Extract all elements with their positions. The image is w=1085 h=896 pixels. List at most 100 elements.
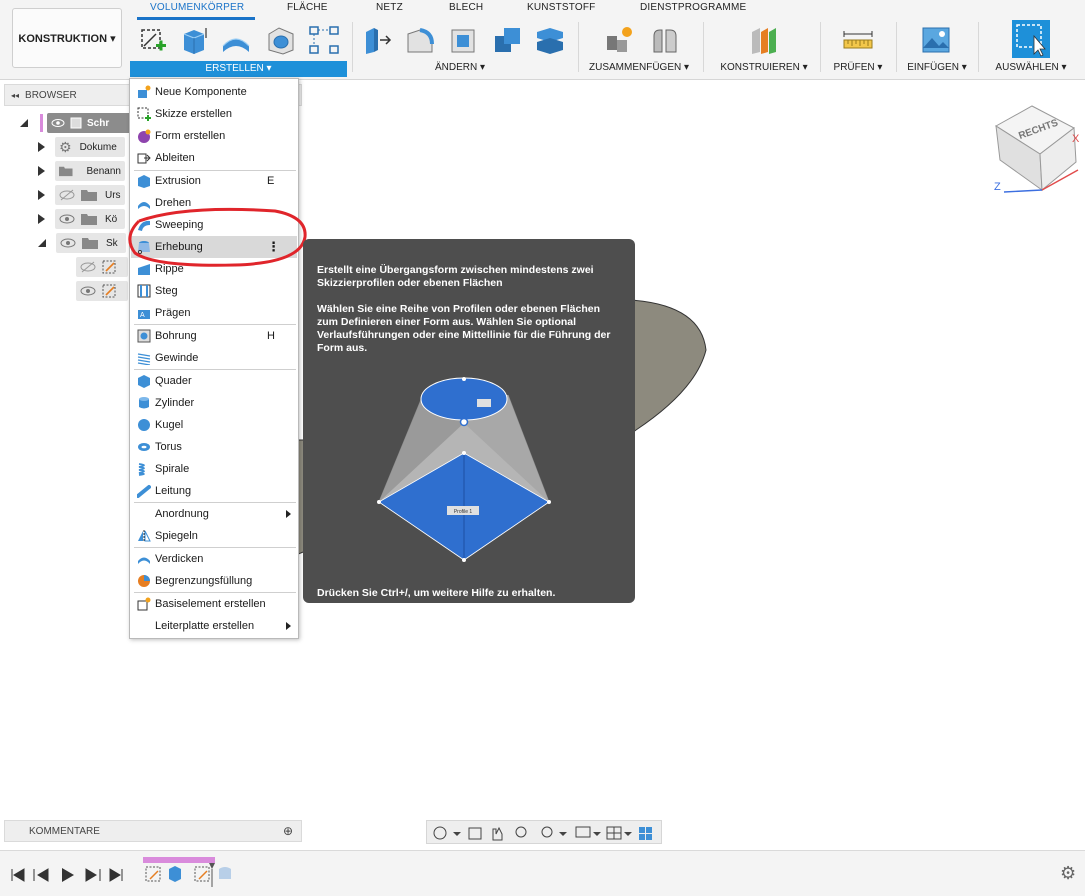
tree-item-document-settings[interactable]: ⚙ Dokume: [38, 137, 125, 157]
timeline-features[interactable]: [143, 863, 238, 887]
navigation-tools[interactable]: [431, 824, 659, 842]
extrude-icon[interactable]: [178, 24, 210, 56]
menu-item-pipe[interactable]: Leitung: [131, 480, 297, 502]
collapsed-triangle-icon[interactable]: [38, 142, 45, 152]
toolbar-separator: [578, 22, 579, 72]
go-to-end-icon: [109, 868, 123, 882]
tree-item-sketch-1[interactable]: [76, 257, 128, 277]
active-tab-indicator: [137, 17, 255, 20]
display-settings-icon: [575, 826, 591, 838]
new-component-icon[interactable]: [603, 24, 635, 56]
measure-icon[interactable]: [842, 24, 874, 56]
insert-group-label[interactable]: EINFÜGEN ▾: [902, 62, 972, 76]
menu-item-boundary-fill[interactable]: Begrenzungsfüllung: [131, 570, 297, 592]
expanded-triangle-icon[interactable]: [20, 119, 28, 127]
extrude-icon: [138, 175, 150, 188]
new-sketch-icon[interactable]: [138, 24, 170, 56]
expanded-triangle-icon[interactable]: [38, 239, 46, 247]
view-cube[interactable]: RECHTS X Z: [988, 100, 1084, 196]
menu-item-new-component[interactable]: Neue Komponente: [131, 81, 297, 103]
menu-item-create-form[interactable]: Form erstellen: [131, 125, 297, 147]
menu-item-cylinder[interactable]: Zylinder: [131, 392, 297, 414]
press-pull-icon[interactable]: [362, 24, 394, 56]
combine-icon[interactable]: [492, 24, 524, 56]
select-group-label[interactable]: AUSWÄHLEN ▾: [986, 62, 1076, 76]
menu-item-sphere[interactable]: Kugel: [131, 414, 297, 436]
collapse-browser-icon[interactable]: ◂◂: [11, 91, 19, 100]
timeline-controls[interactable]: [8, 865, 128, 885]
menu-item-torus[interactable]: Torus: [131, 436, 297, 458]
comments-panel-header[interactable]: KOMMENTARE ⊕: [4, 820, 302, 842]
timeline-marker-icon: [209, 863, 215, 869]
hole-icon[interactable]: [265, 24, 297, 56]
menu-item-pattern[interactable]: Anordnung: [131, 503, 297, 525]
menu-item-base-feature[interactable]: Basiselement erstellen: [131, 593, 297, 615]
tree-item-sketches[interactable]: Sk: [38, 233, 126, 253]
timeline-extrude-icon: [169, 866, 181, 882]
collapsed-triangle-icon[interactable]: [38, 214, 45, 224]
menu-item-thread[interactable]: Gewinde: [131, 347, 297, 369]
tab-netz[interactable]: NETZ: [376, 2, 403, 13]
timeline-loft-preview-icon: [219, 867, 231, 879]
torus-icon: [138, 443, 150, 451]
form-icon: [138, 129, 151, 143]
folder-icon: [81, 214, 97, 225]
revolve-icon[interactable]: [220, 24, 252, 56]
menu-item-web[interactable]: Steg: [131, 280, 297, 302]
offset-plane-icon[interactable]: [748, 24, 780, 56]
construct-group-label[interactable]: KONSTRUIEREN ▾: [712, 62, 816, 76]
menu-item-emboss[interactable]: A Prägen: [131, 302, 297, 324]
eye-icon[interactable]: [51, 116, 65, 130]
assemble-group-label[interactable]: ZUSAMMENFÜGEN ▾: [584, 62, 694, 76]
menu-item-derive[interactable]: Ableiten: [131, 147, 297, 169]
collapsed-triangle-icon[interactable]: [38, 166, 45, 176]
tab-dienstprogramme[interactable]: DIENSTPROGRAMME: [640, 2, 746, 13]
workspace-switcher-button[interactable]: KONSTRUKTION ▾: [12, 8, 122, 68]
boundary-fill-icon: [138, 575, 150, 587]
menu-item-extrude[interactable]: Extrusion E: [131, 170, 297, 192]
tree-item-named-views[interactable]: Benann: [38, 161, 125, 181]
menu-item-create-sketch[interactable]: Skizze erstellen: [131, 103, 297, 125]
shell-icon[interactable]: [448, 24, 480, 56]
menu-item-hole[interactable]: Bohrung H: [131, 325, 297, 347]
tab-volumenkoerper[interactable]: VOLUMENKÖRPER: [150, 2, 244, 13]
tab-kunststoff[interactable]: KUNSTSTOFF: [527, 2, 595, 13]
eye-icon[interactable]: [80, 285, 96, 297]
toolbar-separator: [820, 22, 821, 72]
tree-item-sketch-2[interactable]: [76, 281, 128, 301]
menu-item-coil[interactable]: Spirale: [131, 458, 297, 480]
create-group-label[interactable]: ERSTELLEN ▾: [130, 61, 347, 77]
tree-item-label: Benann: [86, 165, 121, 177]
tree-item-origin[interactable]: Urs: [38, 185, 125, 205]
thread-icon: [137, 353, 151, 365]
base-feature-icon: [137, 597, 151, 611]
menu-item-mirror[interactable]: Spiegeln: [131, 525, 297, 547]
menu-item-thicken[interactable]: Verdicken: [131, 548, 297, 570]
modify-group-label[interactable]: ÄNDERN ▾: [400, 62, 520, 76]
menu-item-pcb[interactable]: Leiterplatte erstellen: [131, 615, 297, 637]
menu-item-box[interactable]: Quader: [131, 370, 297, 392]
collapsed-triangle-icon[interactable]: [38, 190, 45, 200]
tree-root[interactable]: Schr: [20, 113, 137, 133]
eye-hidden-icon[interactable]: [59, 189, 75, 201]
tab-blech[interactable]: BLECH: [449, 2, 483, 13]
eye-icon[interactable]: [60, 237, 76, 249]
insert-image-icon[interactable]: [920, 24, 952, 56]
split-body-icon[interactable]: [534, 24, 566, 56]
pan-icon: [492, 826, 503, 841]
inspect-group-label[interactable]: PRÜFEN ▾: [826, 62, 890, 76]
timeline-settings-gear-icon[interactable]: ⚙: [1060, 863, 1076, 884]
tree-item-bodies[interactable]: Kö: [38, 209, 125, 229]
joint-icon[interactable]: [648, 24, 680, 56]
tab-flaeche[interactable]: FLÄCHE: [287, 2, 328, 13]
pattern-icon[interactable]: [308, 24, 340, 56]
fillet-icon[interactable]: [404, 24, 436, 56]
eye-hidden-icon[interactable]: [80, 261, 96, 273]
select-icon[interactable]: [1012, 20, 1050, 58]
eye-icon[interactable]: [59, 213, 75, 225]
add-comment-icon[interactable]: ⊕: [283, 824, 293, 838]
create-dropdown-menu: Neue Komponente Skizze erstellen Form er…: [129, 78, 299, 639]
folder-icon: [59, 166, 73, 177]
timeline-sketch-icon: [194, 866, 210, 882]
submenu-arrow-icon: [286, 622, 291, 630]
